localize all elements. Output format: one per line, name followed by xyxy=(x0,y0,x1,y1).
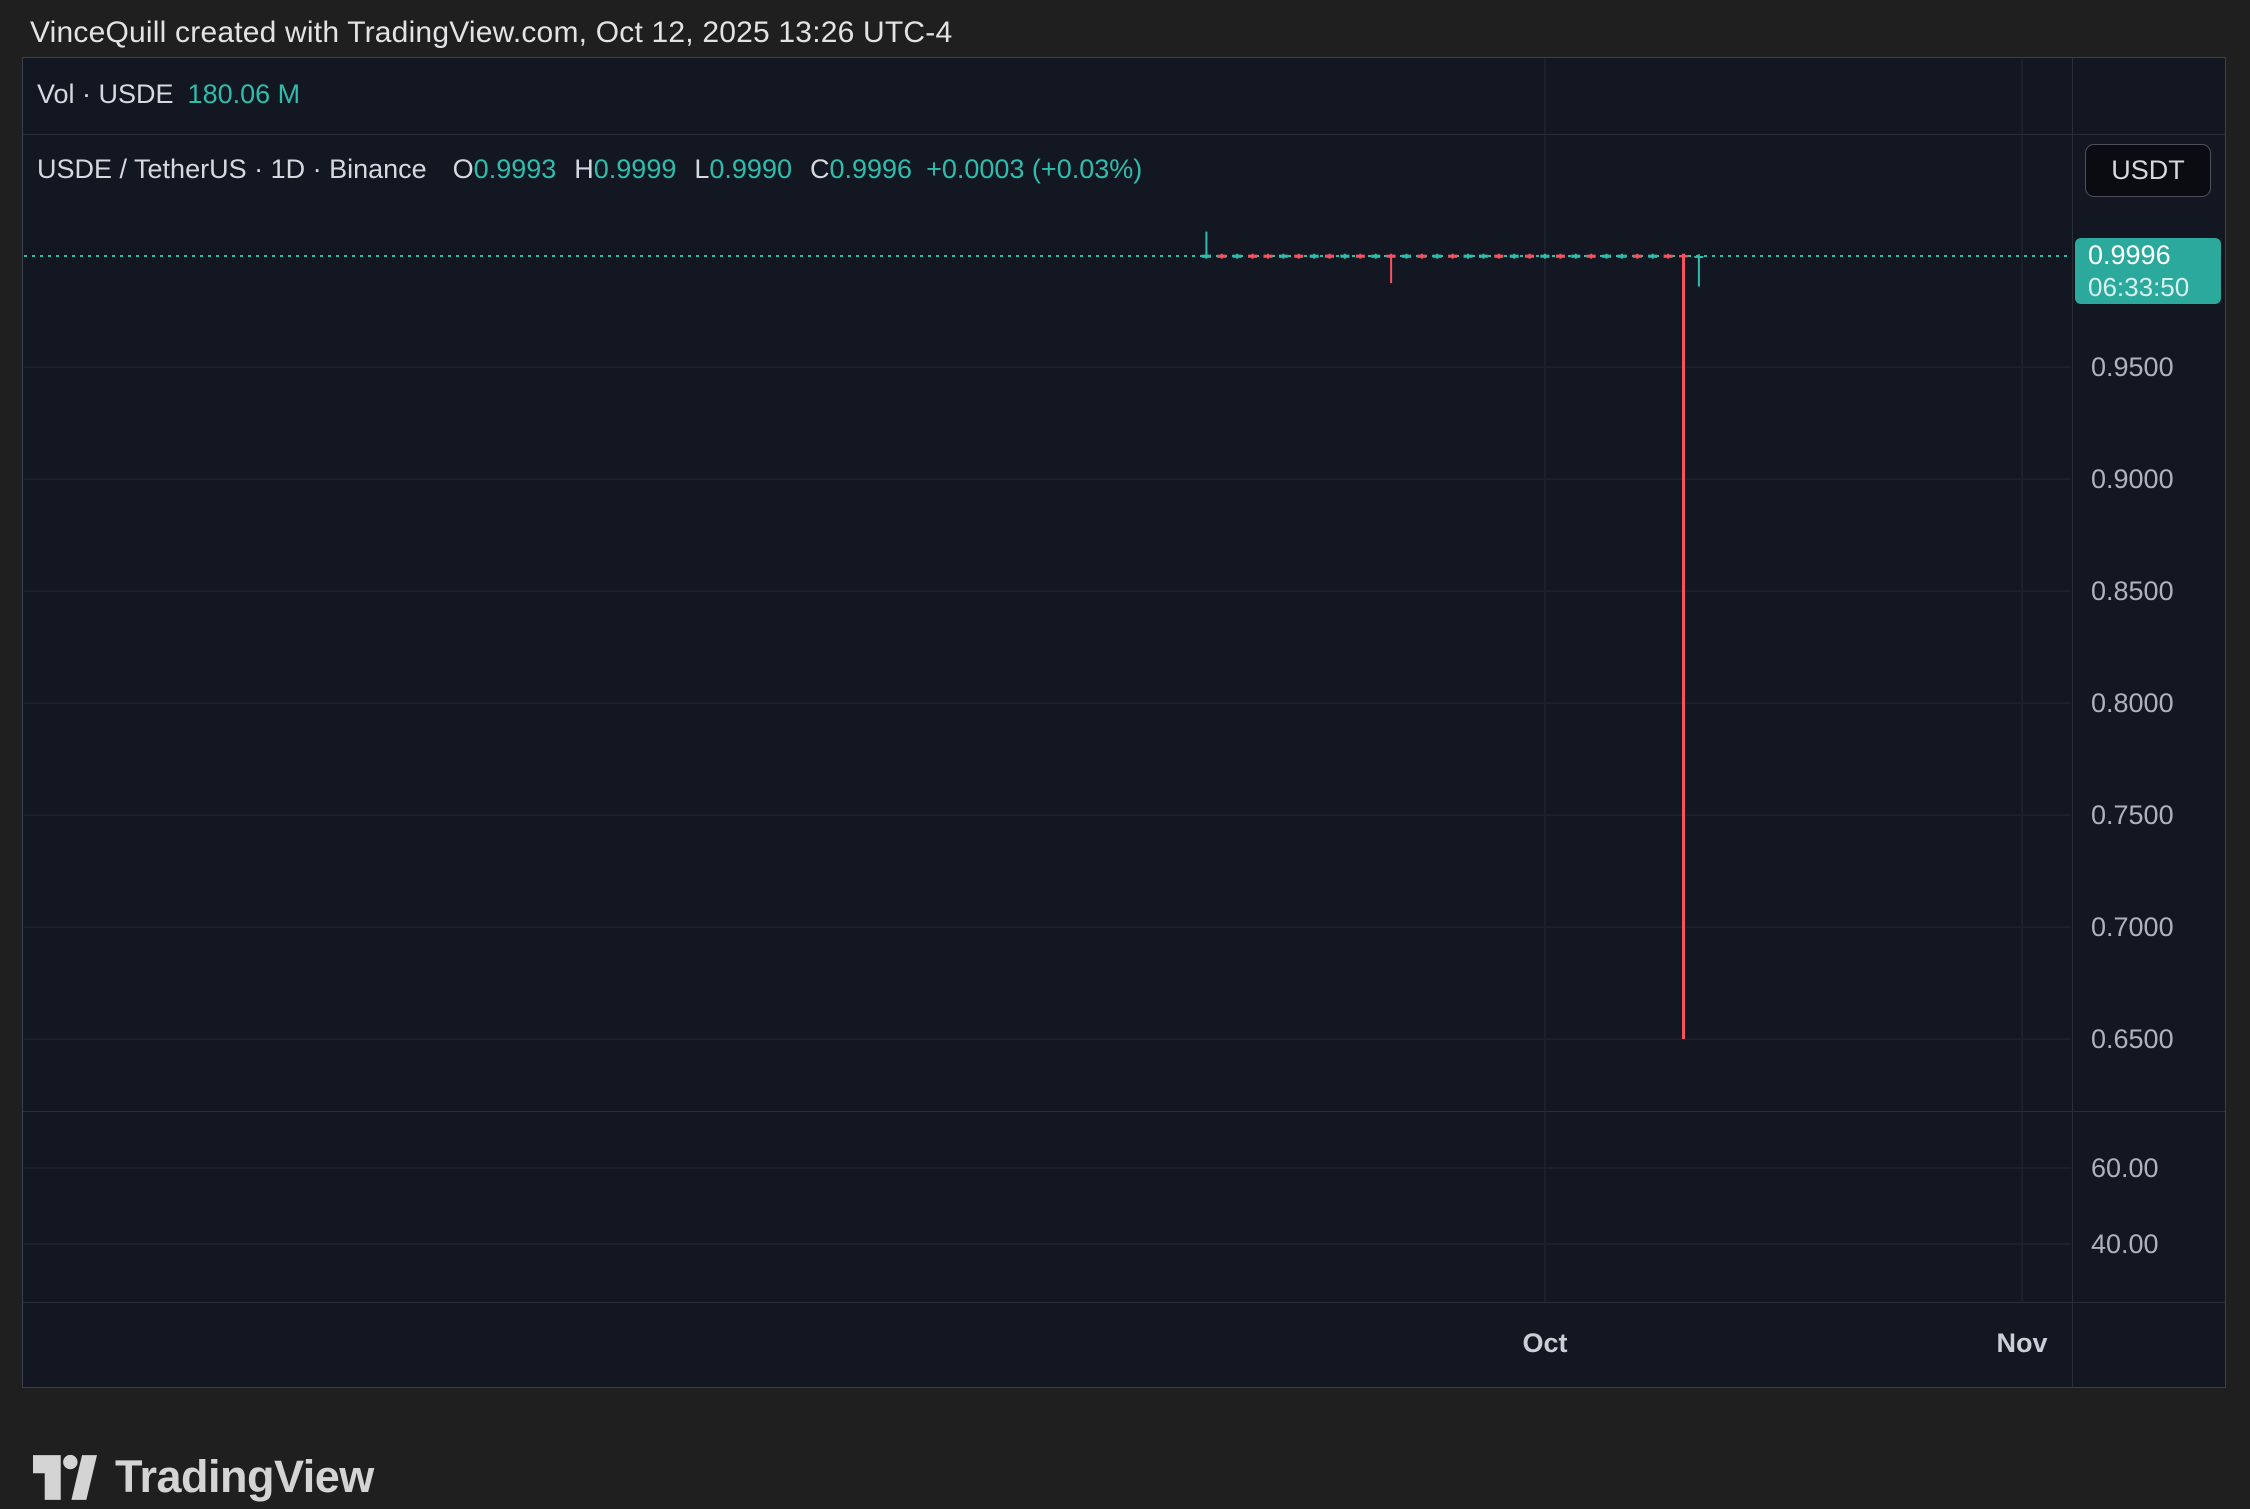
candle-body xyxy=(1279,255,1288,258)
last-price-badge: 0.9996 06:33:50 xyxy=(2075,238,2221,304)
candle-body xyxy=(1556,255,1565,258)
candle-body xyxy=(1371,255,1380,258)
candle-body xyxy=(1633,255,1642,258)
candle-body xyxy=(1217,255,1226,258)
candle-wick xyxy=(1205,232,1207,259)
candle-body xyxy=(1263,255,1272,258)
candle-body xyxy=(1664,255,1673,258)
candle-body xyxy=(1541,255,1550,258)
candle-body xyxy=(1602,255,1611,258)
open-value: O0.9993 xyxy=(453,154,557,185)
bar-countdown: 06:33:50 xyxy=(2088,272,2221,303)
candle-wick xyxy=(1682,254,1685,1039)
volume-legend-value: 180.06 M xyxy=(188,79,301,110)
low-value: L0.9990 xyxy=(694,154,792,185)
volume-tick-label: 40.00 xyxy=(2091,1228,2159,1260)
candle-body xyxy=(1494,255,1503,258)
price-axis[interactable]: USDT 0.9996 06:33:50 0.9500 0.9000 0.8500 0… xyxy=(2073,58,2225,1302)
price-tick-label: 0.7500 xyxy=(2091,799,2174,831)
price-tick-label: 0.8000 xyxy=(2091,687,2174,719)
time-axis-label-oct: Oct xyxy=(1522,1328,1567,1359)
high-value: H0.9999 xyxy=(574,154,676,185)
candle-body xyxy=(1356,255,1365,258)
price-tick-label: 0.8500 xyxy=(2091,575,2174,607)
currency-toggle-button[interactable]: USDT xyxy=(2085,144,2211,197)
candle-body xyxy=(1294,255,1303,258)
candle-body xyxy=(1433,255,1442,258)
pane-separator-volume-top[interactable] xyxy=(23,134,2225,135)
candle-wick xyxy=(1390,254,1392,283)
price-tick-label: 0.9000 xyxy=(2091,463,2174,495)
candlestick-chart[interactable] xyxy=(23,58,2072,1302)
candle-body xyxy=(1233,255,1242,258)
candle-body xyxy=(1464,255,1473,258)
volume-legend-title: Vol · USDE xyxy=(37,79,174,110)
candle-body xyxy=(1387,255,1396,258)
close-value: C0.9996 xyxy=(810,154,912,185)
change-value: +0.0003 (+0.03%) xyxy=(926,154,1142,185)
volume-legend: Vol · USDE 180.06 M xyxy=(37,79,300,110)
tradingview-logo-text: TradingView xyxy=(115,1451,374,1503)
candle-body xyxy=(1510,255,1519,258)
time-axis-label-nov: Nov xyxy=(1996,1328,2047,1359)
tradingview-logo-icon xyxy=(33,1454,97,1501)
candle-body xyxy=(1648,255,1657,258)
candle-body xyxy=(1694,256,1703,258)
price-tick-label: 0.7000 xyxy=(2091,911,2174,943)
candle-body xyxy=(1679,255,1688,257)
last-price: 0.9996 xyxy=(2088,239,2221,272)
candle-body xyxy=(1571,255,1580,258)
page-title: VinceQuill created with TradingView.com,… xyxy=(30,16,952,50)
time-axis[interactable]: Oct Nov xyxy=(23,1302,2072,1387)
candle-wick xyxy=(1698,254,1700,286)
pane-separator-volume-bottom[interactable] xyxy=(23,1111,2225,1112)
candle-body xyxy=(1202,255,1211,258)
volume-tick-label: 60.00 xyxy=(2091,1152,2159,1184)
candle-body xyxy=(1587,255,1596,258)
price-tick-label: 0.9500 xyxy=(2091,351,2174,383)
candle-body xyxy=(1448,255,1457,258)
candle-body xyxy=(1479,255,1488,258)
candle-body xyxy=(1340,255,1349,258)
ohlc-values: O0.9993 H0.9999 L0.9990 C0.9996 xyxy=(453,154,912,185)
candle-body xyxy=(1310,255,1319,258)
candle-body xyxy=(1417,255,1426,258)
candle-body xyxy=(1248,255,1257,258)
tradingview-logo[interactable]: TradingView xyxy=(33,1445,374,1509)
price-tick-label: 0.6500 xyxy=(2091,1023,2174,1055)
candle-body xyxy=(1525,255,1534,258)
candle-body xyxy=(1402,255,1411,258)
candle-body xyxy=(1325,255,1334,258)
chart-widget: Vol · USDE 180.06 M USDE / TetherUS · 1D… xyxy=(22,57,2226,1388)
symbol-description: USDE / TetherUS · 1D · Binance xyxy=(37,154,427,185)
main-legend: USDE / TetherUS · 1D · Binance O0.9993 H… xyxy=(37,154,1142,185)
candle-body xyxy=(1617,255,1626,258)
